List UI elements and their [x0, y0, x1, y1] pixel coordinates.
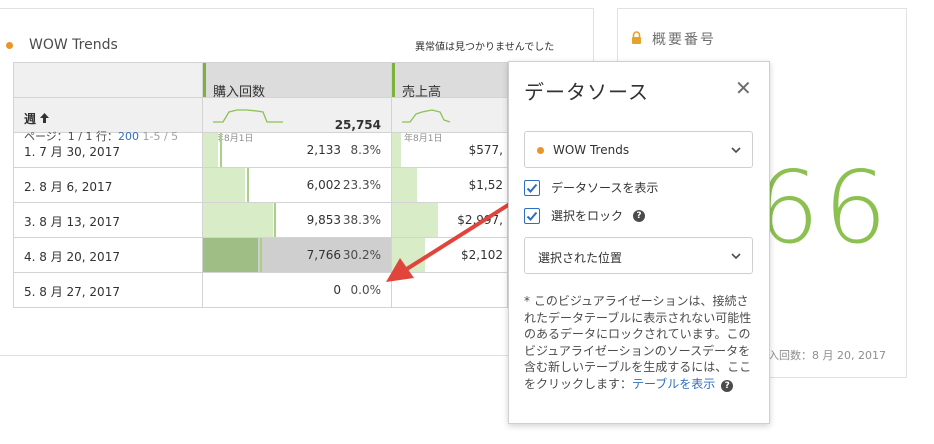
purchases-value: 0 — [333, 283, 341, 297]
lock-selection-label: 選択をロック — [551, 209, 624, 223]
value-bar — [392, 133, 402, 167]
source-dot-icon — [537, 147, 544, 154]
purchases-summary-cell: 年8月1日 25,754 — [202, 97, 392, 144]
column-total: 25,754 — [334, 118, 381, 132]
value-bar — [203, 203, 273, 237]
purchases-cell[interactable]: 9,853 38.3% — [202, 202, 392, 238]
show-source-label: データソースを表示 — [551, 181, 659, 195]
purchases-value: 7,766 — [306, 248, 341, 262]
help-icon[interactable]: ? — [633, 209, 646, 222]
row-dimension-cell[interactable]: 2. 8 月 6, 2017 — [13, 167, 203, 203]
dimension-summary-cell: 週 ページ：1 / 1 行：200 1-5 / 5 — [13, 97, 203, 143]
popover-title: データソース — [524, 80, 649, 104]
dimension-header[interactable] — [13, 62, 203, 98]
dimension-label[interactable]: 週 — [24, 110, 50, 127]
lock-note: * このビジュアライゼーションは、接続されたデータテーブルに表示されない可能性の… — [524, 293, 758, 392]
column-color-marker — [203, 63, 206, 97]
column-color-marker — [392, 63, 395, 97]
row-label: 1. 7 月 30, 2017 — [24, 145, 120, 159]
purchases-percent: 23.3% — [342, 178, 381, 192]
purchases-value: 2,133 — [306, 143, 341, 157]
table-row[interactable]: 1. 7 月 30, 2017 2,133 8.3% $577, — [13, 132, 508, 168]
source-dot-icon — [6, 41, 13, 49]
value-marker — [247, 168, 250, 202]
column-header-purchases[interactable]: 購入回数 — [202, 62, 392, 100]
value-bar — [203, 238, 258, 272]
show-source-row[interactable]: データソースを表示 — [524, 179, 658, 196]
purchases-value: 9,853 — [306, 213, 341, 227]
revenue-cell[interactable]: $577, — [391, 132, 508, 168]
purchases-percent: 38.3% — [342, 213, 381, 227]
revenue-value: $577, — [468, 143, 503, 157]
data-source-select[interactable]: WOW Trends — [524, 131, 753, 168]
summary-title[interactable]: 概要番号 — [652, 29, 716, 49]
row-label: 2. 8 月 6, 2017 — [24, 180, 113, 194]
purchases-cell[interactable]: 2,133 8.3% — [202, 132, 392, 168]
chevron-down-icon — [731, 253, 741, 260]
data-source-select-value: WOW Trends — [553, 143, 630, 157]
summary-title-row: 概要番号 — [631, 29, 716, 49]
revenue-summary-cell: 年8月1日 — [391, 97, 508, 144]
data-source-popover: データソース ✕ WOW Trends データソースを表示 選択をロック ? 選… — [508, 61, 770, 424]
sparkline — [402, 109, 451, 123]
sparkline — [213, 109, 283, 123]
lock-selection-row[interactable]: 選択をロック ? — [524, 207, 646, 224]
column-header-revenue[interactable]: 売上高 — [391, 62, 508, 100]
lock-icon[interactable] — [631, 31, 642, 47]
purchases-percent: 30.2% — [342, 248, 381, 262]
purchases-percent: 8.3% — [350, 143, 382, 157]
chevron-down-icon — [731, 147, 741, 154]
close-icon[interactable]: ✕ — [735, 78, 752, 98]
row-label: 4. 8 月 20, 2017 — [24, 250, 120, 264]
summary-footer: 入回数：8 月 20, 2017 — [768, 349, 886, 362]
purchases-cell[interactable]: 7,766 30.2% — [202, 237, 392, 273]
help-icon[interactable]: ? — [721, 379, 734, 392]
anomaly-message: 異常値は見つかりませんでした — [415, 42, 555, 53]
show-table-link[interactable]: テーブルを表示 — [632, 377, 715, 391]
value-marker — [259, 238, 262, 272]
value-marker — [274, 203, 277, 237]
annotation-arrow-icon — [386, 200, 515, 282]
panel-title[interactable]: WOW Trends — [29, 37, 118, 53]
row-dimension-cell[interactable]: 5. 8 月 27, 2017 — [13, 272, 203, 308]
summary-value: 66 — [756, 149, 892, 266]
arrow-up-icon[interactable] — [40, 112, 50, 126]
value-bar — [203, 133, 219, 167]
revenue-value: $1,52 — [468, 178, 503, 192]
row-dimension-cell[interactable]: 1. 7 月 30, 2017 — [13, 132, 203, 168]
row-dimension-cell[interactable]: 4. 8 月 20, 2017 — [13, 237, 203, 273]
purchases-cell[interactable]: 0 0.0% — [202, 272, 392, 308]
show-source-checkbox[interactable] — [524, 179, 540, 196]
value-bar — [203, 168, 246, 202]
purchases-percent: 0.0% — [350, 283, 382, 297]
lock-selection-checkbox[interactable] — [524, 207, 540, 224]
row-dimension-cell[interactable]: 3. 8 月 13, 2017 — [13, 202, 203, 238]
position-select[interactable]: 選択された位置 — [524, 237, 753, 274]
purchases-value: 6,002 — [306, 178, 341, 192]
panel-title-row: WOW Trends — [6, 37, 118, 53]
value-marker — [219, 133, 222, 167]
purchases-cell[interactable]: 6,002 23.3% — [202, 167, 392, 203]
row-label: 3. 8 月 13, 2017 — [24, 215, 120, 229]
position-select-value: 選択された位置 — [538, 251, 623, 265]
row-label: 5. 8 月 27, 2017 — [24, 285, 120, 299]
